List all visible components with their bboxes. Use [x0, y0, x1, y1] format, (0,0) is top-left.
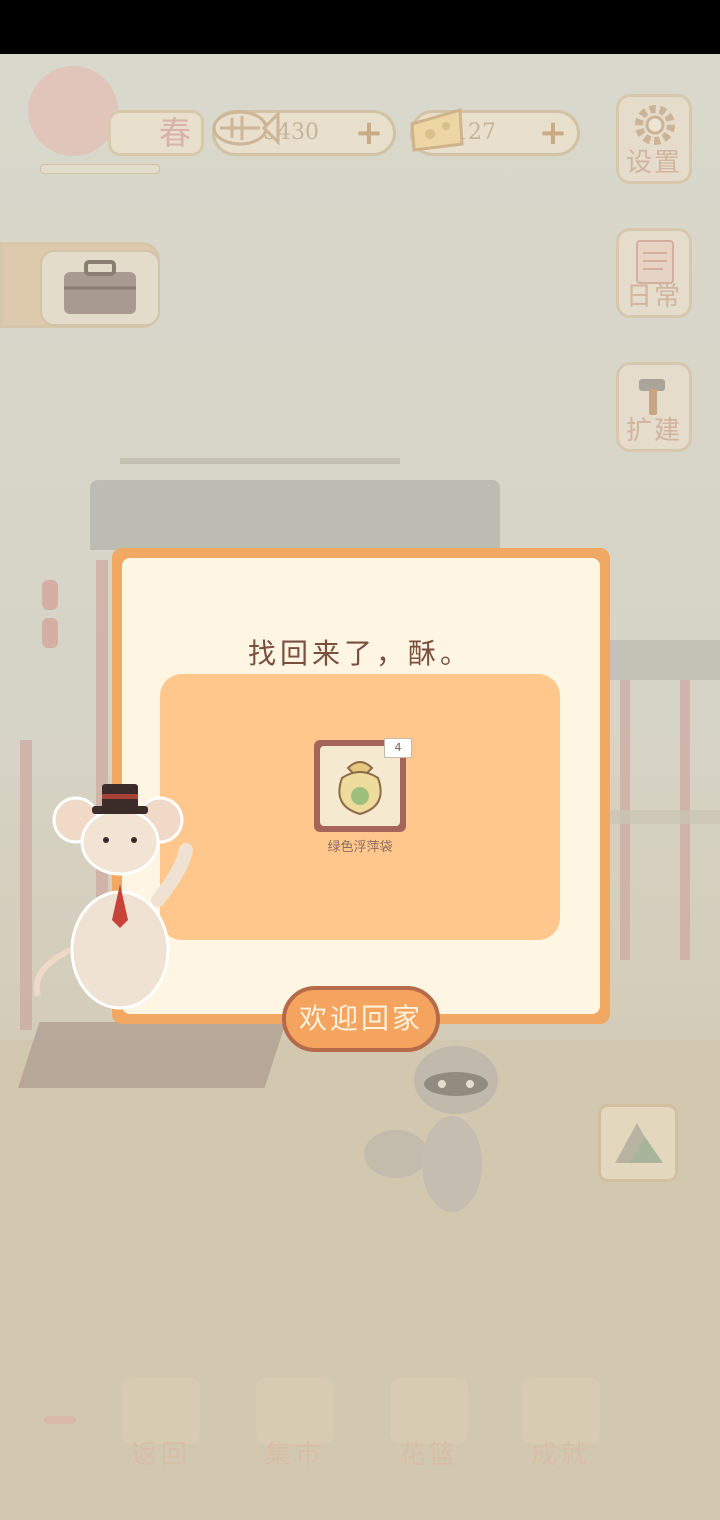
- temple-roof: [90, 480, 500, 550]
- cheese-icon: [410, 108, 464, 152]
- briefcase-icon: [64, 260, 136, 314]
- mouse-character[interactable]: [30, 780, 200, 1010]
- build-label: 扩建: [625, 416, 682, 446]
- welcome-home-button[interactable]: 欢迎回家: [282, 986, 440, 1052]
- nav-flower-basket[interactable]: 花篮: [384, 1378, 474, 1474]
- pavilion: [600, 640, 720, 960]
- tree-icon: [28, 66, 118, 156]
- nav-achievements-label: 成就: [530, 1440, 591, 1470]
- fish-bone-icon: [212, 110, 280, 146]
- dialog-title: 找回来了，酥。: [247, 637, 472, 670]
- reward-item-count: 4: [384, 738, 412, 758]
- reward-item-name: 绿色浮萍袋: [327, 840, 393, 855]
- nav-achievements[interactable]: 成就: [516, 1378, 606, 1474]
- season-label: 春: [108, 110, 204, 156]
- settings-label: 设置: [625, 148, 682, 178]
- mountain-icon: [615, 1123, 663, 1163]
- bag-button[interactable]: [40, 250, 160, 326]
- add-cheese-button[interactable]: +: [537, 116, 569, 150]
- raccoon-character[interactable]: [356, 1034, 506, 1230]
- vendor-rug: [18, 1022, 286, 1088]
- nav-market[interactable]: 集市: [250, 1378, 340, 1474]
- gear-icon: [635, 105, 675, 145]
- diary-label: 日常: [625, 282, 682, 312]
- season-badge[interactable]: 春: [28, 66, 204, 162]
- status-bar: [0, 0, 720, 54]
- build-button[interactable]: 扩建: [616, 362, 692, 452]
- map-button[interactable]: [598, 1104, 678, 1182]
- collapse-handle[interactable]: [44, 1416, 76, 1424]
- nav-market-label: 集市: [264, 1440, 325, 1470]
- season-progress-bar: [40, 164, 160, 174]
- diary-button[interactable]: 日常: [616, 228, 692, 318]
- add-fish-button[interactable]: +: [353, 116, 385, 150]
- nav-return-label: 返回: [130, 1440, 191, 1470]
- nav-flower-basket-label: 花篮: [398, 1440, 459, 1470]
- reward-item-frame: [320, 746, 400, 826]
- seed-bag-icon: [338, 761, 382, 816]
- settings-button[interactable]: 设置: [616, 94, 692, 184]
- nav-return[interactable]: 返回: [116, 1378, 206, 1474]
